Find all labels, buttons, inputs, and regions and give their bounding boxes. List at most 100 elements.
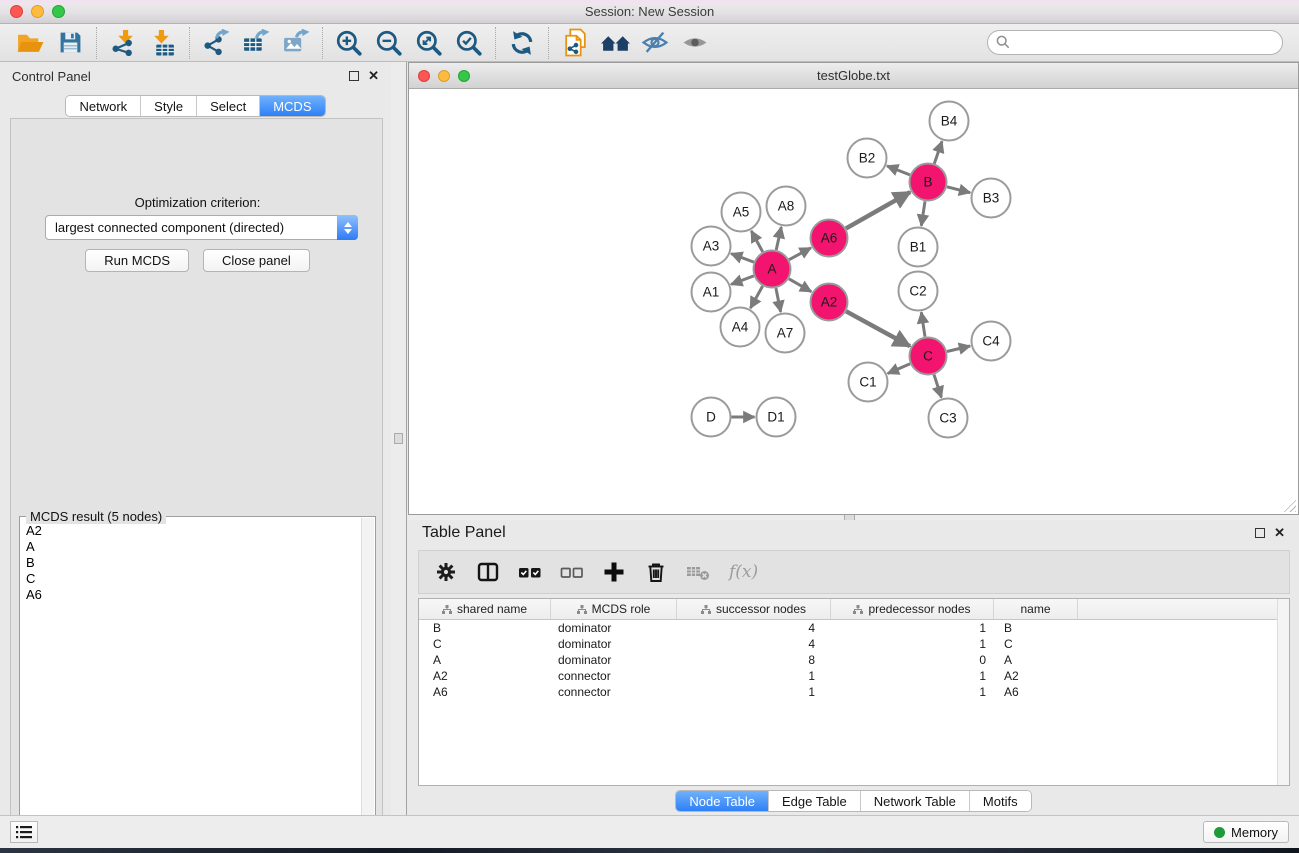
tab-node-table[interactable]: Node Table [676,791,769,811]
mcds-result-item[interactable]: A6 [26,587,375,603]
import-network-icon[interactable] [103,26,143,60]
delete-row-icon[interactable] [641,557,671,587]
column-header-shared-name[interactable]: shared name [419,599,551,619]
graph-edge-B-B1[interactable] [921,201,925,226]
graph-node-label-A2: A2 [821,295,838,310]
network-view-window: testGlobe.txt B4B2BB3A8A5A6A3B1AC2A1A2A4… [408,62,1299,515]
float-table-panel-icon[interactable] [1255,528,1265,538]
export-table-icon[interactable] [236,26,276,60]
export-image-icon[interactable] [276,26,316,60]
table-row[interactable]: A2connector11A2 [419,668,1289,684]
graph-edge-A-A3[interactable] [731,254,754,263]
close-table-panel-icon[interactable]: ✕ [1274,528,1285,538]
close-panel-icon[interactable]: ✕ [368,71,379,81]
table-row[interactable]: Adominator80A [419,652,1289,668]
combo-spinner-icon[interactable] [337,215,358,240]
network-canvas[interactable]: B4B2BB3A8A5A6A3B1AC2A1A2A4A7C4CC1C3DD1 [409,89,1298,514]
function-builder-icon[interactable]: f(x) [725,562,758,582]
delete-table-icon[interactable] [683,557,713,587]
show-columns-icon[interactable] [473,557,503,587]
select-all-columns-icon[interactable] [515,557,545,587]
close-panel-button[interactable]: Close panel [203,249,310,272]
show-all-icon[interactable] [675,26,715,60]
desktop-edge [0,848,1299,853]
graph-edge-C-C3[interactable] [934,375,941,398]
splitter-grip[interactable] [394,433,403,444]
table-row[interactable]: A6connector11A6 [419,684,1289,700]
graph-edge-B-B2[interactable] [887,166,910,175]
tab-edge-table[interactable]: Edge Table [769,791,861,811]
graph-edge-B-B4[interactable] [934,141,942,163]
open-session-icon[interactable] [10,26,50,60]
mcds-result-item[interactable]: A [26,539,375,555]
hide-selected-icon[interactable] [635,26,675,60]
memory-button[interactable]: Memory [1203,821,1289,843]
tab-style[interactable]: Style [141,96,197,116]
mcds-result-item[interactable]: A2 [26,523,375,539]
graph-edge-A-A5[interactable] [751,231,762,252]
graph-node-label-D1: D1 [767,410,784,425]
zoom-fit-icon[interactable] [409,26,449,60]
zoom-out-icon[interactable] [369,26,409,60]
graph-edge-A-A8[interactable] [776,227,781,250]
graph-edge-A2-C[interactable] [846,311,910,346]
mcds-result-item[interactable]: B [26,555,375,571]
graph-node-label-A7: A7 [777,326,794,341]
graph-edge-A6-B[interactable] [846,192,910,228]
control-panel-title: Control Panel [12,69,91,84]
graph-edge-A-A6[interactable] [789,248,811,260]
table-panel-tabs: Node Table Edge Table Network Table Moti… [675,790,1031,812]
mcds-result-title: MCDS result (5 nodes) [26,509,166,524]
control-panel-tabs: Network Style Select MCDS [65,95,325,117]
vertical-splitter[interactable] [391,62,407,815]
network-graph[interactable]: B4B2BB3A8A5A6A3B1AC2A1A2A4A7C4CC1C3DD1 [409,89,1298,514]
run-mcds-button[interactable]: Run MCDS [85,249,189,272]
tab-network-table[interactable]: Network Table [861,791,970,811]
mcds-tab-content: Optimization criterion: largest connecte… [10,118,383,853]
network-window-titlebar[interactable]: testGlobe.txt [409,63,1298,89]
column-header-successor-nodes[interactable]: successor nodes [677,599,831,619]
refresh-icon[interactable] [502,26,542,60]
task-history-button[interactable] [10,821,38,843]
unselect-all-columns-icon[interactable] [557,557,587,587]
network-from-file-icon[interactable] [555,26,595,60]
graph-edge-A-A2[interactable] [789,279,811,292]
toolbar-separator [548,27,549,59]
column-header-name[interactable]: name [994,599,1078,619]
zoom-in-icon[interactable] [329,26,369,60]
zoom-selected-icon[interactable] [449,26,489,60]
graph-edge-A-A4[interactable] [750,286,762,308]
import-table-icon[interactable] [143,26,183,60]
column-header-predecessor-nodes[interactable]: predecessor nodes [831,599,994,619]
graph-edge-A-A7[interactable] [776,288,781,312]
table-row[interactable]: Cdominator41C [419,636,1289,652]
float-panel-icon[interactable] [349,71,359,81]
graph-node-label-D: D [706,410,716,425]
table-row[interactable]: Bdominator41B [419,620,1289,636]
graph-edge-B-B3[interactable] [947,187,970,193]
export-network-icon[interactable] [196,26,236,60]
graph-node-label-C3: C3 [939,411,956,426]
save-session-icon[interactable] [50,26,90,60]
result-scrollbar[interactable] [361,518,374,851]
optimization-criterion-select[interactable]: largest connected component (directed) [45,215,358,240]
table-scrollbar[interactable] [1277,599,1289,785]
tab-motifs[interactable]: Motifs [970,791,1031,811]
settings-icon[interactable] [431,557,461,587]
app-title: Session: New Session [0,4,1299,19]
column-header-mcds-role[interactable]: MCDS role [551,599,677,619]
graph-edge-C-C1[interactable] [888,364,910,374]
mcds-result-item[interactable]: C [26,571,375,587]
graph-node-label-B: B [923,175,932,190]
graph-edge-C-C4[interactable] [947,346,970,352]
tab-select[interactable]: Select [197,96,260,116]
search-input[interactable] [987,30,1283,55]
tab-network[interactable]: Network [66,96,141,116]
first-neighbors-icon[interactable] [595,26,635,60]
add-row-icon[interactable] [599,557,629,587]
tab-mcds[interactable]: MCDS [260,96,324,116]
graph-edge-A-A1[interactable] [731,276,754,285]
toolbar-separator [322,27,323,59]
graph-node-label-C1: C1 [859,375,876,390]
graph-edge-C-C2[interactable] [921,312,925,337]
